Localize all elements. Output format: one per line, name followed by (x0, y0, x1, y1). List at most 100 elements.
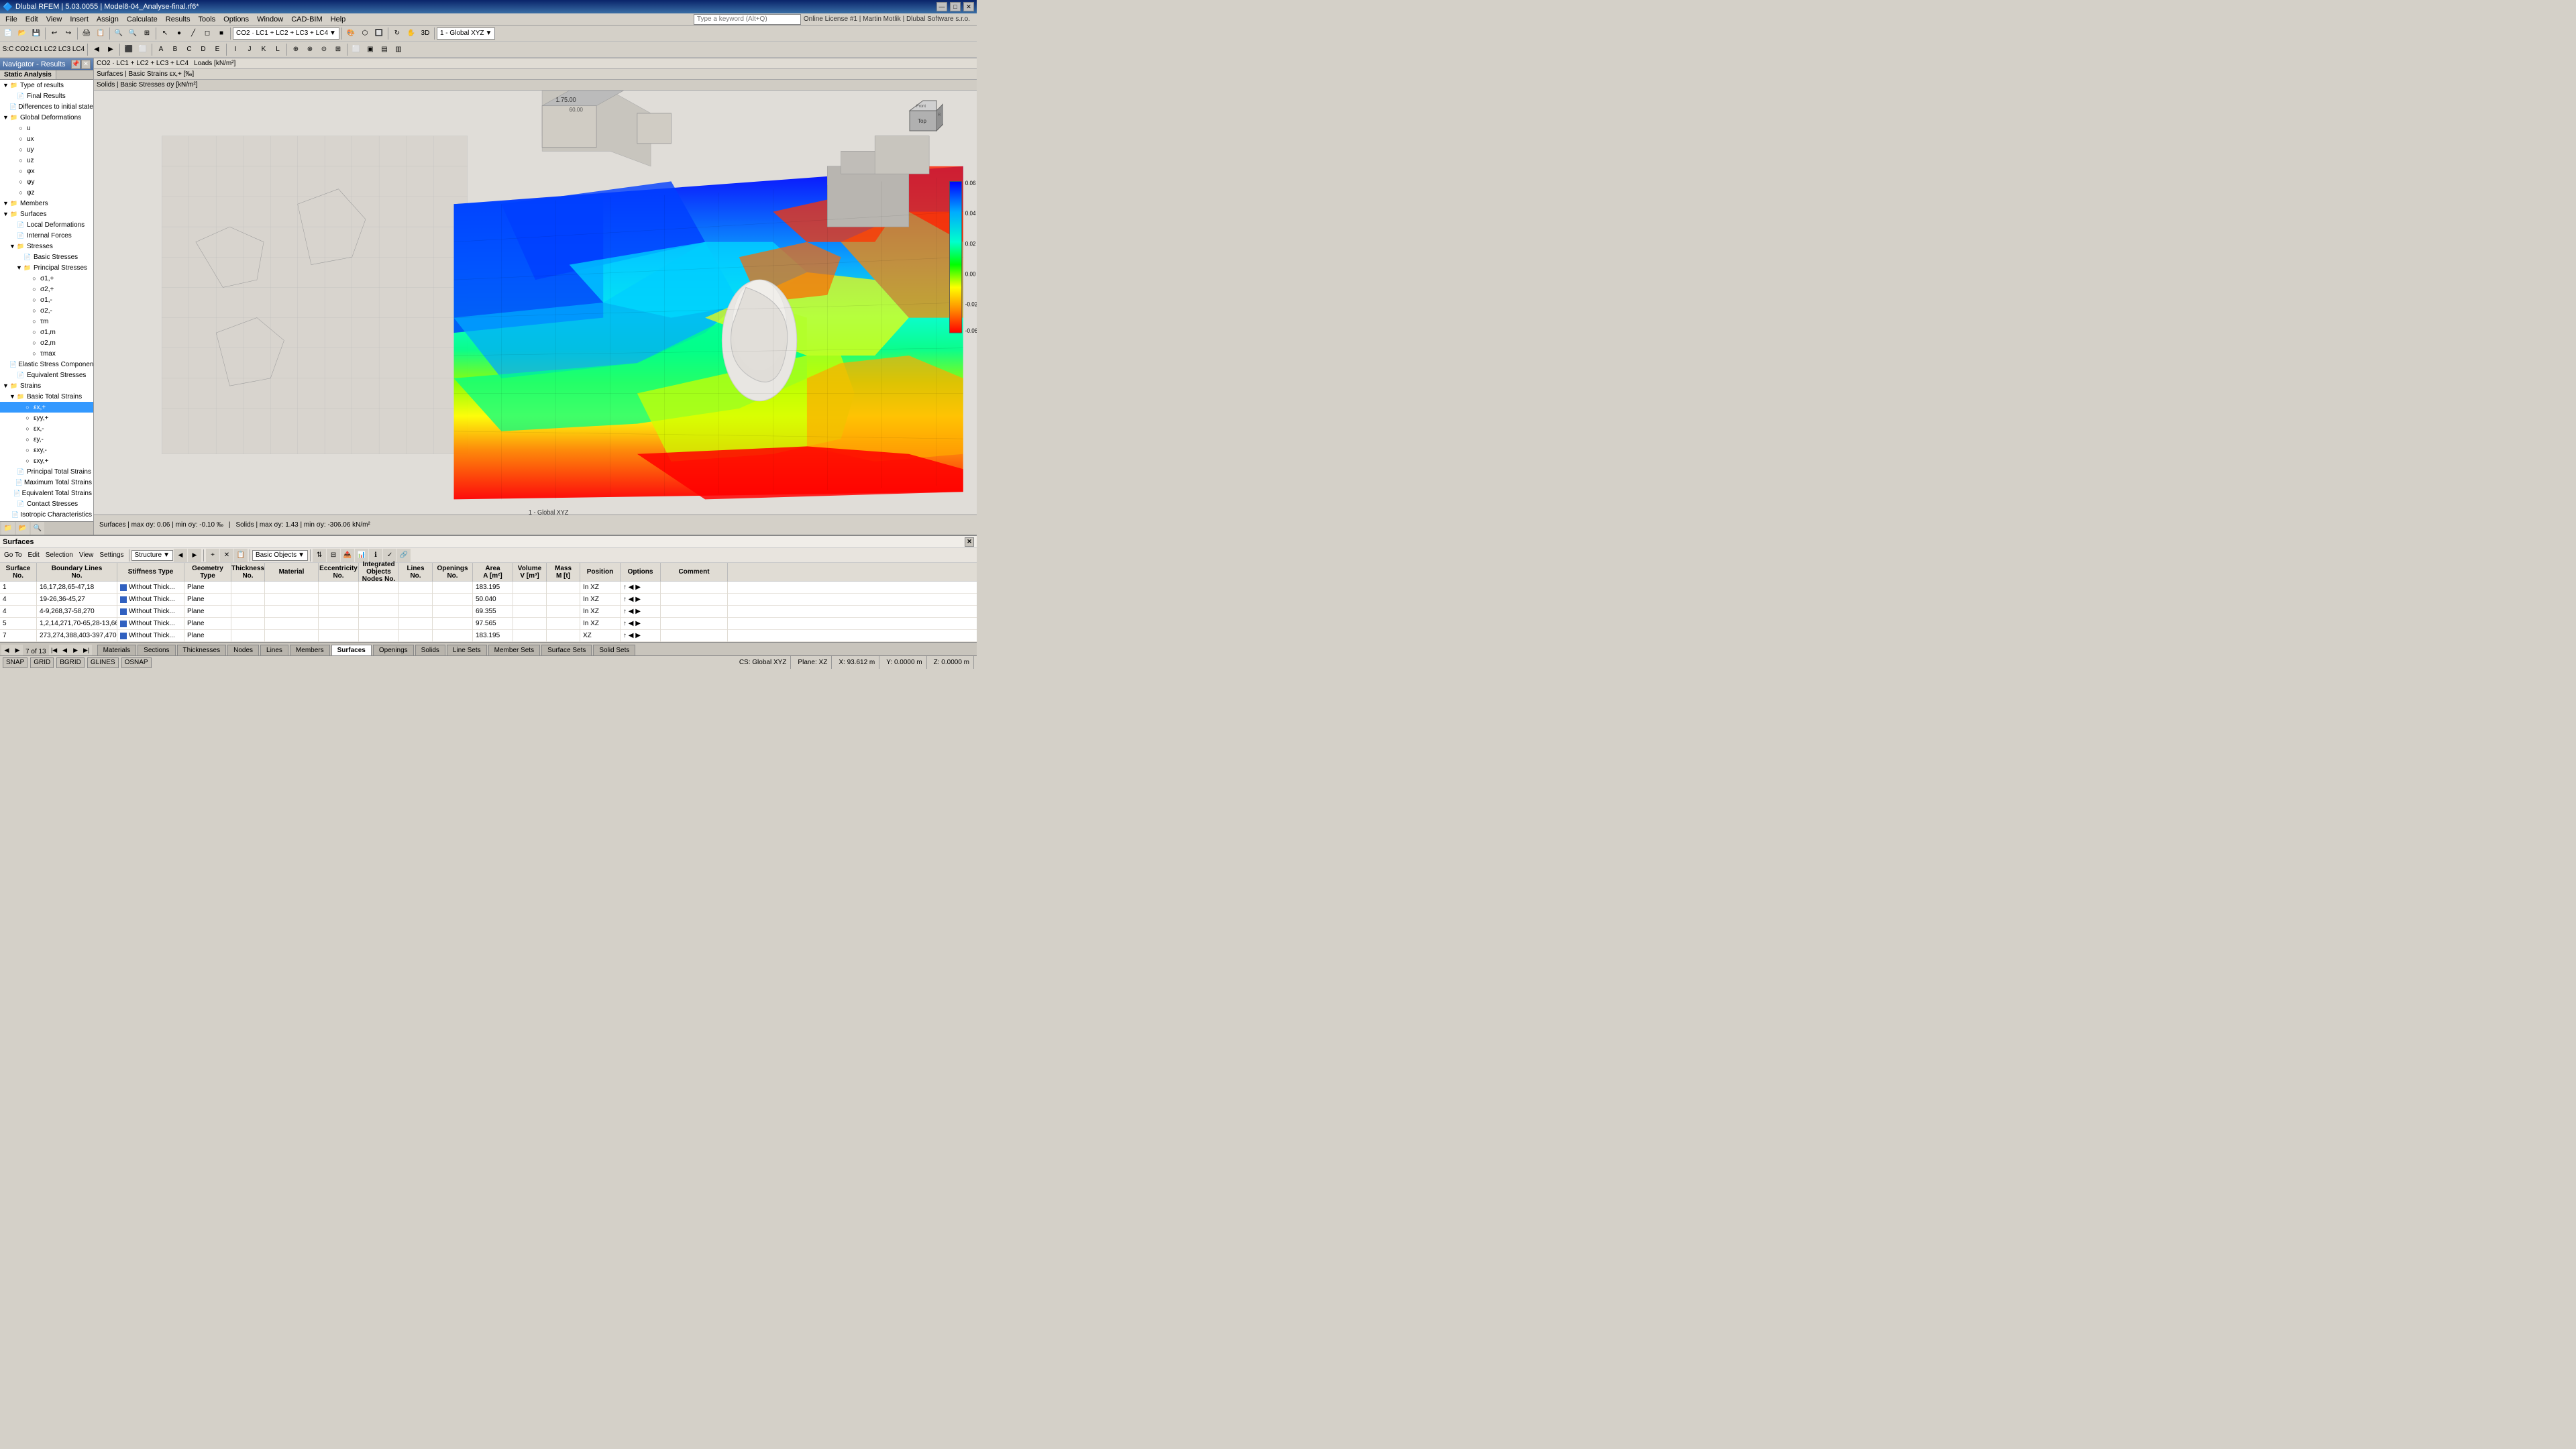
osnap-button[interactable]: OSNAP (121, 657, 152, 668)
tb2-select-all[interactable]: ⬛ (122, 43, 136, 56)
tab-line-sets[interactable]: Line Sets (447, 645, 487, 655)
tb2-a[interactable]: A (154, 43, 168, 56)
tb2-snap1[interactable]: ⊕ (289, 43, 303, 56)
tree-item-11[interactable]: ▼📁Members (0, 198, 93, 209)
tb2-arrow-right[interactable]: ▶ (104, 43, 117, 56)
tb2-snap4[interactable]: ⊞ (331, 43, 345, 56)
tb-wire[interactable]: ⬡ (358, 27, 372, 40)
tree-item-22[interactable]: ○τm (0, 316, 93, 327)
bottom-selection[interactable]: Selection (43, 551, 76, 559)
tree-item-32[interactable]: ○εx,- (0, 423, 93, 434)
tree-item-28[interactable]: ▼📁Strains (0, 380, 93, 391)
tb2-view2[interactable]: ▣ (364, 43, 377, 56)
tab-sections[interactable]: Sections (138, 645, 175, 655)
bottom-settings[interactable]: Settings (97, 551, 126, 559)
tb2-arrow-left[interactable]: ◀ (90, 43, 103, 56)
tb-node[interactable]: ● (172, 27, 186, 40)
tree-item-20[interactable]: ○σ1,- (0, 294, 93, 305)
close-button[interactable]: ✕ (963, 2, 974, 11)
tree-item-15[interactable]: ▼📁Stresses (0, 241, 93, 252)
tree-expand-17[interactable]: ▼ (16, 264, 23, 271)
tb-open[interactable]: 📂 (15, 27, 29, 40)
tree-item-26[interactable]: 📄Elastic Stress Components (0, 359, 93, 370)
page-next[interactable]: ▶ (70, 645, 81, 655)
tree-expand-0[interactable]: ▼ (3, 82, 9, 89)
3d-viewport[interactable]: 0.06 0.04 0.02 0.00 -0.02 -0.06 1.75.00 … (94, 91, 977, 515)
tb2-5[interactable]: LC3 (58, 43, 71, 56)
tree-item-39[interactable]: 📄Contact Stresses (0, 498, 93, 509)
tab-openings[interactable]: Openings (373, 645, 414, 655)
bottom-export[interactable]: 📤 (341, 549, 354, 562)
nav-btn-search[interactable]: 🔍 (31, 522, 44, 535)
bottom-copy-row[interactable]: 📋 (234, 549, 248, 562)
tb2-snap2[interactable]: ⊗ (303, 43, 317, 56)
tree-item-31[interactable]: ○εyy,+ (0, 413, 93, 423)
tree-item-10[interactable]: ○φz (0, 187, 93, 198)
tree-item-7[interactable]: ○uz (0, 155, 93, 166)
tabs-next[interactable]: ▶ (12, 645, 23, 655)
nav-pin-button[interactable]: 📌 (71, 60, 80, 69)
tree-item-37[interactable]: 📄Maximum Total Strains (0, 477, 93, 488)
maximize-button[interactable]: □ (950, 2, 961, 11)
tb2-view4[interactable]: ▥ (392, 43, 405, 56)
nav-btn-expand[interactable]: 📁 (1, 522, 15, 535)
table-body[interactable]: 116,17,28,65-47,18Without Thick...Plane1… (0, 582, 977, 642)
tree-item-16[interactable]: 📄Basic Stresses (0, 252, 93, 262)
menu-options[interactable]: Options (219, 15, 253, 24)
tree-item-1[interactable]: 📄Final Results (0, 91, 93, 101)
tab-members[interactable]: Members (290, 645, 330, 655)
tree-item-38[interactable]: 📄Equivalent Total Strains (0, 488, 93, 498)
tree-item-12[interactable]: ▼📁Surfaces (0, 209, 93, 219)
tb-select[interactable]: ↖ (158, 27, 172, 40)
tree-expand-28[interactable]: ▼ (3, 382, 9, 389)
tb2-c[interactable]: C (182, 43, 196, 56)
menu-cad-bim[interactable]: CAD-BIM (287, 15, 326, 24)
tree-expand-12[interactable]: ▼ (3, 211, 9, 217)
tb-pan[interactable]: ✋ (405, 27, 418, 40)
tb-print[interactable]: 🖨 (80, 27, 93, 40)
tree-item-35[interactable]: ○εxy,+ (0, 455, 93, 466)
tb2-3[interactable]: LC1 (30, 43, 43, 56)
tree-expand-11[interactable]: ▼ (3, 200, 9, 207)
menu-help[interactable]: Help (327, 15, 350, 24)
tree-item-27[interactable]: 📄Equivalent Stresses (0, 370, 93, 380)
tab-surfaces[interactable]: Surfaces (331, 645, 372, 655)
bottom-next[interactable]: ▶ (188, 549, 201, 562)
tab-nodes[interactable]: Nodes (227, 645, 259, 655)
tab-materials[interactable]: Materials (97, 645, 137, 655)
tab-member-sets[interactable]: Member Sets (488, 645, 540, 655)
tree-item-17[interactable]: ▼📁Principal Stresses (0, 262, 93, 273)
tree-item-33[interactable]: ○εy,- (0, 434, 93, 445)
tb-save[interactable]: 💾 (30, 27, 43, 40)
tb2-l[interactable]: L (271, 43, 284, 56)
bottom-link[interactable]: 🔗 (397, 549, 411, 562)
tree-item-36[interactable]: 📄Principal Total Strains (0, 466, 93, 477)
bottom-info[interactable]: ℹ (369, 549, 382, 562)
bottom-chart[interactable]: 📊 (355, 549, 368, 562)
loadcase-dropdown[interactable]: CO2 · LC1 + LC2 + LC3 + LC4 ▼ (233, 28, 339, 40)
nav-btn-collapse[interactable]: 📂 (16, 522, 30, 535)
tb-zoom-in[interactable]: 🔍 (112, 27, 125, 40)
tb-zoom-out[interactable]: 🔍 (126, 27, 140, 40)
menu-file[interactable]: File (1, 15, 21, 24)
bottom-view[interactable]: View (76, 551, 97, 559)
bottom-del[interactable]: ✕ (220, 549, 233, 562)
bottom-sort[interactable]: ⇅ (313, 549, 326, 562)
bottom-add[interactable]: + (206, 549, 219, 562)
tb-rotate[interactable]: ↻ (390, 27, 404, 40)
tree-item-40[interactable]: 📄Isotropic Characteristics (0, 509, 93, 520)
tree-item-19[interactable]: ○σ2,+ (0, 284, 93, 294)
tb-3d[interactable]: 3D (419, 27, 432, 40)
nav-tab-static[interactable]: Static Analysis (0, 70, 56, 79)
tree-item-0[interactable]: ▼📁Type of results (0, 80, 93, 91)
tree-item-23[interactable]: ○σ1,m (0, 327, 93, 337)
navigator-tree[interactable]: ▼📁Type of results📄Final Results📄Differen… (0, 80, 93, 521)
bgrid-button[interactable]: BGRID (56, 657, 85, 668)
menu-view[interactable]: View (42, 15, 66, 24)
menu-assign[interactable]: Assign (93, 15, 123, 24)
nav-close-button[interactable]: ✕ (81, 60, 91, 69)
view-dropdown[interactable]: 1 - Global XYZ ▼ (437, 28, 496, 40)
tree-item-18[interactable]: ○σ1,+ (0, 273, 93, 284)
tabs-prev[interactable]: ◀ (1, 645, 12, 655)
tb-fit[interactable]: ⊞ (140, 27, 154, 40)
